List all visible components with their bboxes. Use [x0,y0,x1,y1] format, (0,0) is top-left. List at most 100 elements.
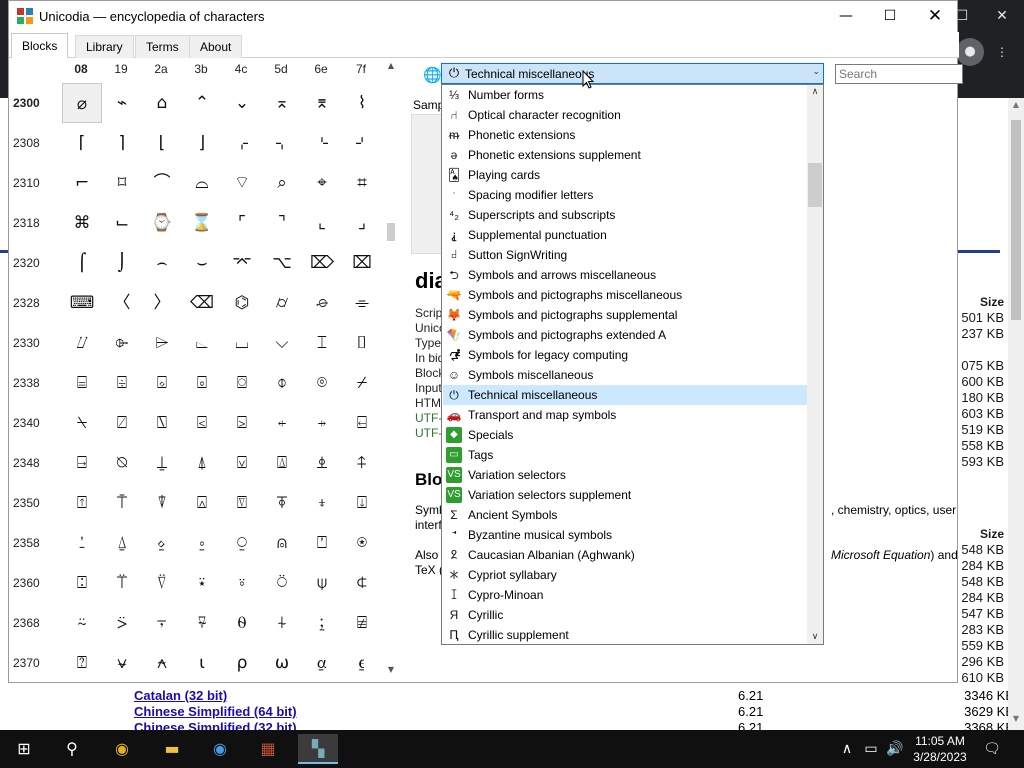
dropdown-item[interactable]: 🪁 Symbols and pictographs extended A [443,325,807,345]
dropdown-item[interactable]: ˑ Spacing modifier letters [443,185,807,205]
volume-icon[interactable]: 🔊 [884,730,906,768]
char-cell[interactable]: ⌄ [222,83,262,123]
char-cell[interactable]: ⌡ [102,243,142,283]
winrar-icon[interactable]: ▦ [248,734,288,764]
char-cell[interactable]: ⌨ [62,283,102,323]
char-cell[interactable]: ⍊ [142,443,182,483]
dropdown-item[interactable]: ⮌ Symbols and arrows miscellaneous [443,265,807,285]
char-cell[interactable]: ⍘ [62,523,102,563]
char-cell[interactable]: ⍜ [222,523,262,563]
char-cell[interactable]: ⍠ [62,563,102,603]
char-cell[interactable]: ⌆ [302,83,342,123]
char-cell[interactable]: ⍖ [302,483,342,523]
system-clock[interactable]: 11:05 AM 3/28/2023 [912,733,968,765]
char-cell[interactable]: ⍈ [62,443,102,483]
char-cell[interactable]: ⌵ [262,323,302,363]
dropdown-item[interactable]: ▭ Tags [443,445,807,465]
char-cell[interactable]: ⍷ [342,643,382,683]
dropdown-item[interactable]: ⁴₂ Superscripts and subscripts [443,205,807,225]
browser-scrollbar[interactable]: ▲ ▼ [1008,98,1024,730]
dropdown-item[interactable]: 🔫 Symbols and pictographs miscellaneous [443,285,807,305]
dropdown-item[interactable]: ⅓ Number forms [443,85,807,105]
char-cell[interactable]: ⍗ [342,483,382,523]
tab-library[interactable]: Library [75,35,134,58]
network-icon[interactable]: ▭ [860,730,882,768]
char-cell[interactable]: ⌫ [182,283,222,323]
char-cell[interactable]: ⌹ [102,363,142,403]
char-cell[interactable]: ⍨ [62,603,102,643]
dropdown-item[interactable]: 🂡 Playing cards [443,165,807,185]
dropdown-item[interactable]: ⏻ Technical miscellaneous [443,385,807,405]
char-cell[interactable]: ⌾ [302,363,342,403]
char-cell[interactable]: ⍪ [142,603,182,643]
char-cell[interactable]: ⍵ [262,643,302,683]
grid-scrollbar[interactable]: ▲ ▼ [383,58,399,682]
search-input[interactable]: Search [835,64,963,84]
globe-icon[interactable]: 🌐 [423,66,442,84]
char-cell[interactable]: ⍭ [262,603,302,643]
char-cell[interactable]: ⍉ [102,443,142,483]
char-cell[interactable]: ⌓ [182,163,222,203]
char-cell[interactable]: ⌎ [302,123,342,163]
char-cell[interactable]: ⌱ [102,323,142,363]
char-cell[interactable]: ⌗ [342,163,382,203]
char-cell[interactable]: ⌐ [62,163,102,203]
char-cell[interactable]: ⍆ [302,403,342,443]
char-cell[interactable]: ⍣ [182,563,222,603]
char-cell[interactable]: ⍄ [222,403,262,443]
dropdown-scrollbar[interactable]: ∧ ∨ [807,85,823,644]
close-button[interactable]: ✕ [912,1,958,32]
char-cell[interactable]: ⍧ [342,563,382,603]
dropdown-item[interactable]: Ԥ Cyrillic supplement [443,625,807,644]
char-cell[interactable]: ⍓ [182,483,222,523]
char-cell[interactable]: ⍇ [342,403,382,443]
search-icon[interactable]: ⚲ [52,734,92,764]
dropdown-item[interactable]: ☺ Symbols miscellaneous [443,365,807,385]
dropdown-item[interactable]: VS Variation selectors [443,465,807,485]
notifications-icon[interactable]: 🗨 [982,730,1002,768]
char-cell[interactable]: ⍡ [102,563,142,603]
dropdown-item[interactable]: ᵯ Phonetic extensions [443,125,807,145]
char-cell[interactable]: ⌭ [262,283,302,323]
char-cell[interactable]: ⍐ [62,483,102,523]
char-cell[interactable]: ⍫ [182,603,222,643]
char-cell[interactable]: ⌢ [142,243,182,283]
chrome-profile-icon[interactable]: ◉ [200,734,240,764]
char-cell[interactable]: ⍯ [342,603,382,643]
char-cell[interactable]: ⌂ [142,83,182,123]
maximize-button[interactable]: ☐ [867,1,913,32]
char-cell[interactable]: ⌕ [262,163,302,203]
char-cell[interactable]: ⍀ [62,403,102,443]
char-cell[interactable]: ⌏ [342,123,382,163]
char-cell[interactable]: ⍟ [342,523,382,563]
char-cell[interactable]: ⍬ [222,603,262,643]
char-cell[interactable]: ⌈ [62,123,102,163]
char-cell[interactable]: ⌺ [142,363,182,403]
char-cell[interactable]: ⍌ [222,443,262,483]
dropdown-item[interactable]: ⸘ Supplemental punctuation [443,225,807,245]
char-cell[interactable]: ⍥ [262,563,302,603]
char-cell[interactable]: ⌴ [222,323,262,363]
char-cell[interactable]: ⌅ [262,83,302,123]
char-cell[interactable]: ⍞ [302,523,342,563]
dropdown-item[interactable]: VS Variation selectors supplement [443,485,807,505]
char-cell[interactable]: ⍅ [262,403,302,443]
char-cell[interactable]: ⌽ [262,363,302,403]
chevron-down-icon[interactable]: ⌄ [812,67,820,77]
char-cell[interactable]: ⍋ [182,443,222,483]
char-cell[interactable]: ⌌ [222,123,262,163]
block-selector-combo[interactable]: ⏻ Technical miscellaneous ⌄ [441,63,824,84]
char-cell[interactable]: ⌉ [102,123,142,163]
char-cell[interactable]: ⍶ [302,643,342,683]
char-cell[interactable]: ⌿ [342,363,382,403]
browser-scroll-thumb[interactable] [1011,120,1021,320]
char-cell[interactable]: ⌼ [222,363,262,403]
char-cell[interactable]: ⌬ [222,283,262,323]
char-cell[interactable]: ⌔ [222,163,262,203]
char-cell[interactable]: ⌀ [62,83,102,123]
char-cell[interactable]: ⍝ [262,523,302,563]
char-cell[interactable]: ⌷ [342,323,382,363]
minimize-button[interactable]: — [823,1,869,32]
char-cell[interactable]: ⌙ [102,203,142,243]
char-cell[interactable]: ⍃ [182,403,222,443]
